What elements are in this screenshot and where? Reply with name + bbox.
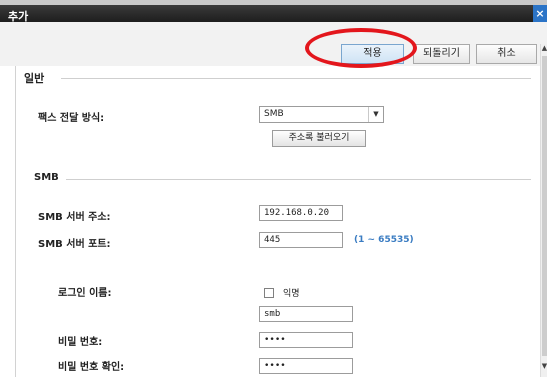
close-icon[interactable]: × <box>533 5 547 22</box>
password-input[interactable]: •••• <box>259 332 353 348</box>
load-address-book-button[interactable]: 주소록 불러오기 <box>272 130 366 147</box>
scroll-down-icon[interactable]: ▼ <box>541 362 547 370</box>
login-name-input[interactable]: smb <box>259 306 353 322</box>
fax-method-label: 팩스 전달 방식: <box>38 113 105 124</box>
vertical-scrollbar[interactable]: ▲ ▼ <box>540 44 547 377</box>
cancel-button[interactable]: 취소 <box>476 44 537 64</box>
section-divider <box>66 179 531 180</box>
scroll-up-icon[interactable]: ▲ <box>541 44 547 52</box>
title-bar: 추가 × <box>0 0 547 23</box>
smb-server-address-input[interactable]: 192.168.0.20 <box>259 205 343 221</box>
fax-method-value: SMB <box>264 109 284 119</box>
login-name-label: 로그인 이름: <box>58 288 112 299</box>
anonymous-checkbox[interactable] <box>264 288 274 298</box>
general-section-heading: 일반 <box>24 72 45 85</box>
smb-server-address-label: SMB 서버 주소: <box>38 212 111 223</box>
smb-section-heading: SMB <box>34 172 59 183</box>
revert-button[interactable]: 되돌리기 <box>413 44 470 64</box>
settings-panel: 일반 팩스 전달 방식: SMB ▼ 주소록 불러오기 SMB SMB 서버 주… <box>15 66 541 377</box>
port-range-hint: (1 ~ 65535) <box>354 235 414 245</box>
section-divider <box>61 78 531 79</box>
password-confirm-label: 비밀 번호 확인: <box>58 362 125 373</box>
smb-server-port-input[interactable]: 445 <box>259 232 343 248</box>
anonymous-label: 익명 <box>283 289 300 299</box>
scroll-thumb[interactable] <box>542 56 547 356</box>
smb-server-port-label: SMB 서버 포트: <box>38 239 111 250</box>
chevron-down-icon[interactable]: ▼ <box>368 107 383 122</box>
apply-button[interactable]: 적용 <box>341 44 404 64</box>
fax-method-select[interactable]: SMB ▼ <box>259 106 384 123</box>
password-confirm-input[interactable]: •••• <box>259 358 353 374</box>
password-label: 비밀 번호: <box>58 337 103 348</box>
